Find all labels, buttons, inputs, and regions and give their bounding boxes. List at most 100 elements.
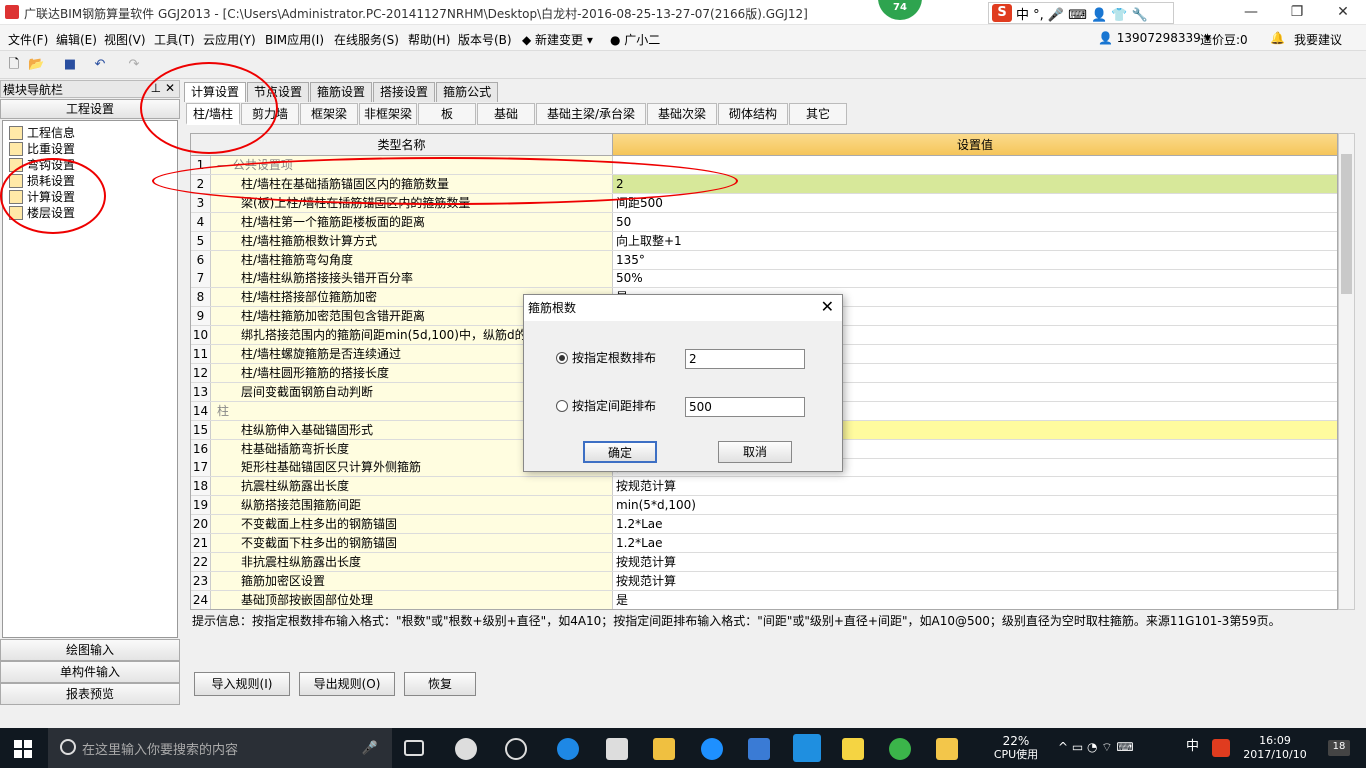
table-row[interactable]: 22 非抗震柱纵筋露出长度 按规范计算 bbox=[191, 552, 1337, 572]
ie-icon[interactable] bbox=[701, 738, 723, 760]
menu-cloud[interactable]: 云应用(Y) bbox=[203, 31, 256, 48]
subtab-frame-beam[interactable]: 框架梁 bbox=[300, 103, 358, 125]
subtab-other[interactable]: 其它 bbox=[789, 103, 847, 125]
subtab-foundation-main-beam[interactable]: 基础主梁/承台梁 bbox=[536, 103, 646, 125]
menu-edit[interactable]: 编辑(E) bbox=[56, 31, 97, 48]
restore-button-bottom[interactable]: 恢复 bbox=[404, 672, 476, 696]
row-value[interactable]: 是 bbox=[613, 591, 1337, 609]
new-file-icon[interactable]: 🗋 bbox=[6, 57, 22, 73]
import-rules-button[interactable]: 导入规则(I) bbox=[194, 672, 290, 696]
badge-74[interactable]: 74 bbox=[878, 0, 922, 20]
menu-help[interactable]: 帮助(H) bbox=[408, 31, 450, 48]
nav-item-loss[interactable]: 损耗设置 bbox=[9, 172, 75, 189]
table-row[interactable]: 2 柱/墙柱在基础插筋锚固区内的箍筋数量 2 bbox=[191, 174, 1337, 194]
fan-app-icon[interactable] bbox=[455, 738, 477, 760]
subtab-column[interactable]: 柱/墙柱 bbox=[186, 103, 240, 125]
menu-view[interactable]: 视图(V) bbox=[104, 31, 146, 48]
menu-version[interactable]: 版本号(B) bbox=[458, 31, 512, 48]
nav-report-preview[interactable]: 报表预览 bbox=[0, 683, 180, 705]
sogou-tray-icon[interactable] bbox=[1212, 739, 1230, 757]
row-value[interactable]: 向上取整+1 bbox=[613, 232, 1337, 250]
table-row[interactable]: 20 不变截面上柱多出的钢筋锚固 1.2*Lae bbox=[191, 515, 1337, 535]
ggj-app-icon[interactable] bbox=[793, 734, 821, 762]
pin-close-icon[interactable]: ⊥ ✕ bbox=[151, 81, 175, 95]
table-row[interactable]: 6 柱/墙柱箍筋弯勾角度 135° bbox=[191, 250, 1337, 270]
subtab-foundation-secondary-beam[interactable]: 基础次梁 bbox=[647, 103, 717, 125]
menu-guang-xiao-er[interactable]: ● 广小二 bbox=[610, 31, 660, 48]
row-value[interactable]: 135° bbox=[613, 251, 1337, 269]
tab-lap-settings[interactable]: 搭接设置 bbox=[373, 82, 436, 102]
menu-online[interactable]: 在线服务(S) bbox=[334, 31, 399, 48]
glodon-icon[interactable] bbox=[748, 738, 770, 760]
mic-icon[interactable]: 🎤 bbox=[362, 741, 378, 756]
tab-stirrup-formula[interactable]: 箍筋公式 bbox=[436, 82, 499, 102]
table-row[interactable]: 4 柱/墙柱第一个箍筋距楼板面的距离 50 bbox=[191, 212, 1337, 232]
open-folder-icon[interactable]: 📂 bbox=[28, 57, 44, 73]
save-icon[interactable]: ■ bbox=[62, 57, 78, 73]
table-row[interactable]: 1— 公共设置项 bbox=[191, 156, 1337, 175]
radio-by-spacing[interactable]: 按指定间距排布 bbox=[556, 397, 656, 414]
menu-file[interactable]: 文件(F) bbox=[8, 31, 48, 48]
close-button[interactable]: ✕ bbox=[1320, 0, 1366, 25]
subtab-shear-wall[interactable]: 剪力墙 bbox=[241, 103, 299, 125]
menu-bim[interactable]: BIM应用(I) bbox=[265, 31, 324, 48]
nav-item-project-info[interactable]: 工程信息 bbox=[9, 124, 75, 141]
table-row[interactable]: 19 纵筋搭接范围箍筋间距 min(5*d,100) bbox=[191, 496, 1337, 516]
nav-item-floor[interactable]: 楼层设置 bbox=[9, 204, 75, 221]
suggest-link[interactable]: 我要建议 bbox=[1294, 31, 1342, 48]
clock[interactable]: 16:09 2017/10/10 bbox=[1242, 734, 1308, 762]
restore-button[interactable]: ❐ bbox=[1274, 0, 1320, 25]
refresh-app-icon[interactable] bbox=[505, 738, 527, 760]
tab-node-settings[interactable]: 节点设置 bbox=[247, 82, 310, 102]
task-view-icon[interactable] bbox=[404, 740, 424, 756]
radio-by-count[interactable]: 按指定根数排布 bbox=[556, 349, 656, 366]
edge-icon[interactable] bbox=[557, 738, 579, 760]
row-value[interactable]: 按规范计算 bbox=[613, 572, 1337, 590]
grid-scrollbar[interactable] bbox=[1338, 133, 1355, 610]
tray-icons[interactable]: ^ ▭ ◔ ⌔ ⌨ bbox=[1058, 740, 1134, 754]
redo-icon[interactable]: ↷ bbox=[126, 57, 142, 73]
radio-dot[interactable] bbox=[556, 399, 568, 412]
spacing-input[interactable]: 500 bbox=[685, 397, 805, 417]
row-value[interactable]: 50 bbox=[613, 213, 1337, 231]
cost-bean[interactable]: 造价豆:0 bbox=[1200, 31, 1248, 48]
nav-single-component[interactable]: 单构件输入 bbox=[0, 661, 180, 683]
table-row[interactable]: 3 梁(板)上柱/墙柱在插筋锚固区内的箍筋数量 间距500 bbox=[191, 193, 1337, 213]
row-value[interactable]: 间距500 bbox=[613, 194, 1337, 212]
cpu-indicator[interactable]: 22% CPU使用 bbox=[988, 734, 1044, 762]
dialog-close-icon[interactable]: ✕ bbox=[821, 297, 834, 316]
subtab-slab[interactable]: 板 bbox=[418, 103, 476, 125]
row-value[interactable] bbox=[613, 156, 1337, 174]
table-row[interactable]: 23 箍筋加密区设置 按规范计算 bbox=[191, 571, 1337, 591]
cancel-button[interactable]: 取消 bbox=[718, 441, 792, 463]
nav-item-density[interactable]: 比重设置 bbox=[9, 140, 75, 157]
radio-dot-selected[interactable] bbox=[556, 351, 568, 364]
row-value[interactable]: 1.2*Lae bbox=[613, 515, 1337, 533]
row-value[interactable]: 2 bbox=[613, 174, 1337, 193]
row-value[interactable]: 50% bbox=[613, 269, 1337, 287]
subtab-foundation[interactable]: 基础 bbox=[477, 103, 535, 125]
subtab-nonframe-beam[interactable]: 非框架梁 bbox=[359, 103, 417, 125]
row-value[interactable]: min(5*d,100) bbox=[613, 496, 1337, 514]
ime-toolbar[interactable]: S 中 °, 🎤 ⌨ 👤 👕 🔧 bbox=[988, 2, 1174, 24]
green-app-icon[interactable] bbox=[889, 738, 911, 760]
menu-tools[interactable]: 工具(T) bbox=[154, 31, 195, 48]
store-icon[interactable] bbox=[606, 738, 628, 760]
table-row[interactable]: 18 抗震柱纵筋露出长度 按规范计算 bbox=[191, 477, 1337, 497]
windows-start-icon[interactable] bbox=[14, 740, 32, 758]
notification-icon[interactable]: 18 bbox=[1328, 740, 1350, 756]
row-value[interactable]: 按规范计算 bbox=[613, 477, 1337, 495]
minimize-button[interactable]: — bbox=[1228, 0, 1274, 25]
taskbar-search[interactable]: 在这里输入你要搜索的内容 🎤 bbox=[48, 728, 392, 768]
nav-item-hook[interactable]: 弯钩设置 bbox=[9, 156, 75, 173]
export-rules-button[interactable]: 导出规则(O) bbox=[299, 672, 395, 696]
nav-item-calc[interactable]: 计算设置 bbox=[9, 188, 75, 205]
table-row[interactable]: 7 柱/墙柱纵筋搭接接头错开百分率 50% bbox=[191, 269, 1337, 289]
row-value[interactable]: 1.2*Lae bbox=[613, 534, 1337, 552]
menu-new-change[interactable]: ◆ 新建变更 ▾ bbox=[522, 31, 593, 48]
subtab-masonry[interactable]: 砌体结构 bbox=[718, 103, 788, 125]
table-row[interactable]: 24 基础顶部按嵌固部位处理是 bbox=[191, 590, 1337, 609]
nav-drawing-input[interactable]: 绘图输入 bbox=[0, 639, 180, 661]
nav-section-project[interactable]: 工程设置 bbox=[0, 99, 180, 119]
notes-app-icon[interactable] bbox=[936, 738, 958, 760]
